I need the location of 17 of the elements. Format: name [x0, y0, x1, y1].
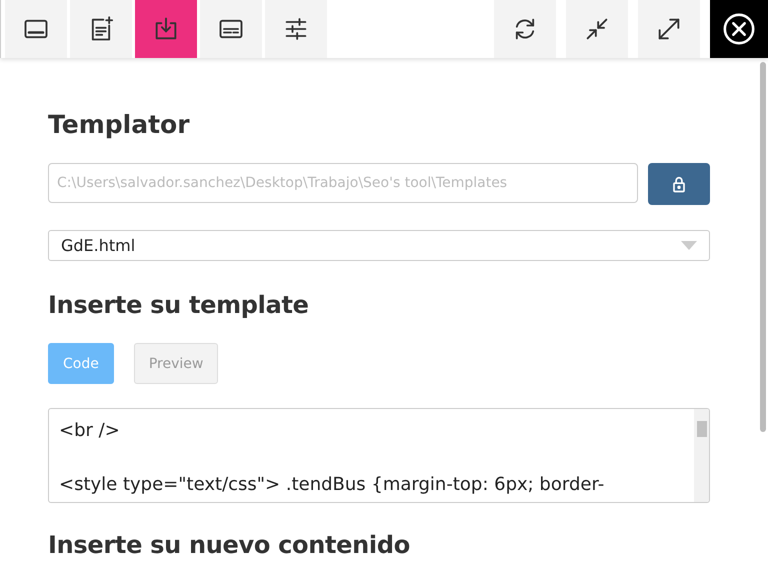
lock-button[interactable] [648, 163, 710, 205]
page-title: Templator [48, 110, 191, 139]
panel-button[interactable] [5, 0, 67, 58]
close-icon [722, 12, 756, 46]
sliders-button[interactable] [265, 0, 327, 58]
subtitles-button[interactable] [200, 0, 262, 58]
template-dropdown[interactable]: GdE.html [48, 230, 710, 261]
section-heading: Inserte su template [48, 291, 310, 319]
path-field[interactable]: C:\Users\salvador.sanchez\Desktop\Trabajo\Seo's tool\Templates [48, 163, 638, 203]
expand-arrows-button[interactable] [638, 0, 700, 58]
document-plus-button[interactable] [70, 0, 132, 58]
refresh-button[interactable] [494, 0, 556, 58]
code-editor[interactable]: <br /> <style type="text/css"> .tendBus {margin-top: 6px; border- [48, 408, 710, 503]
section-heading: Inserte su nuevo contenido [48, 531, 411, 559]
page-scrollbar[interactable] [760, 62, 766, 432]
close-button[interactable] [710, 0, 768, 58]
collapse-arrows-button[interactable] [566, 0, 628, 58]
